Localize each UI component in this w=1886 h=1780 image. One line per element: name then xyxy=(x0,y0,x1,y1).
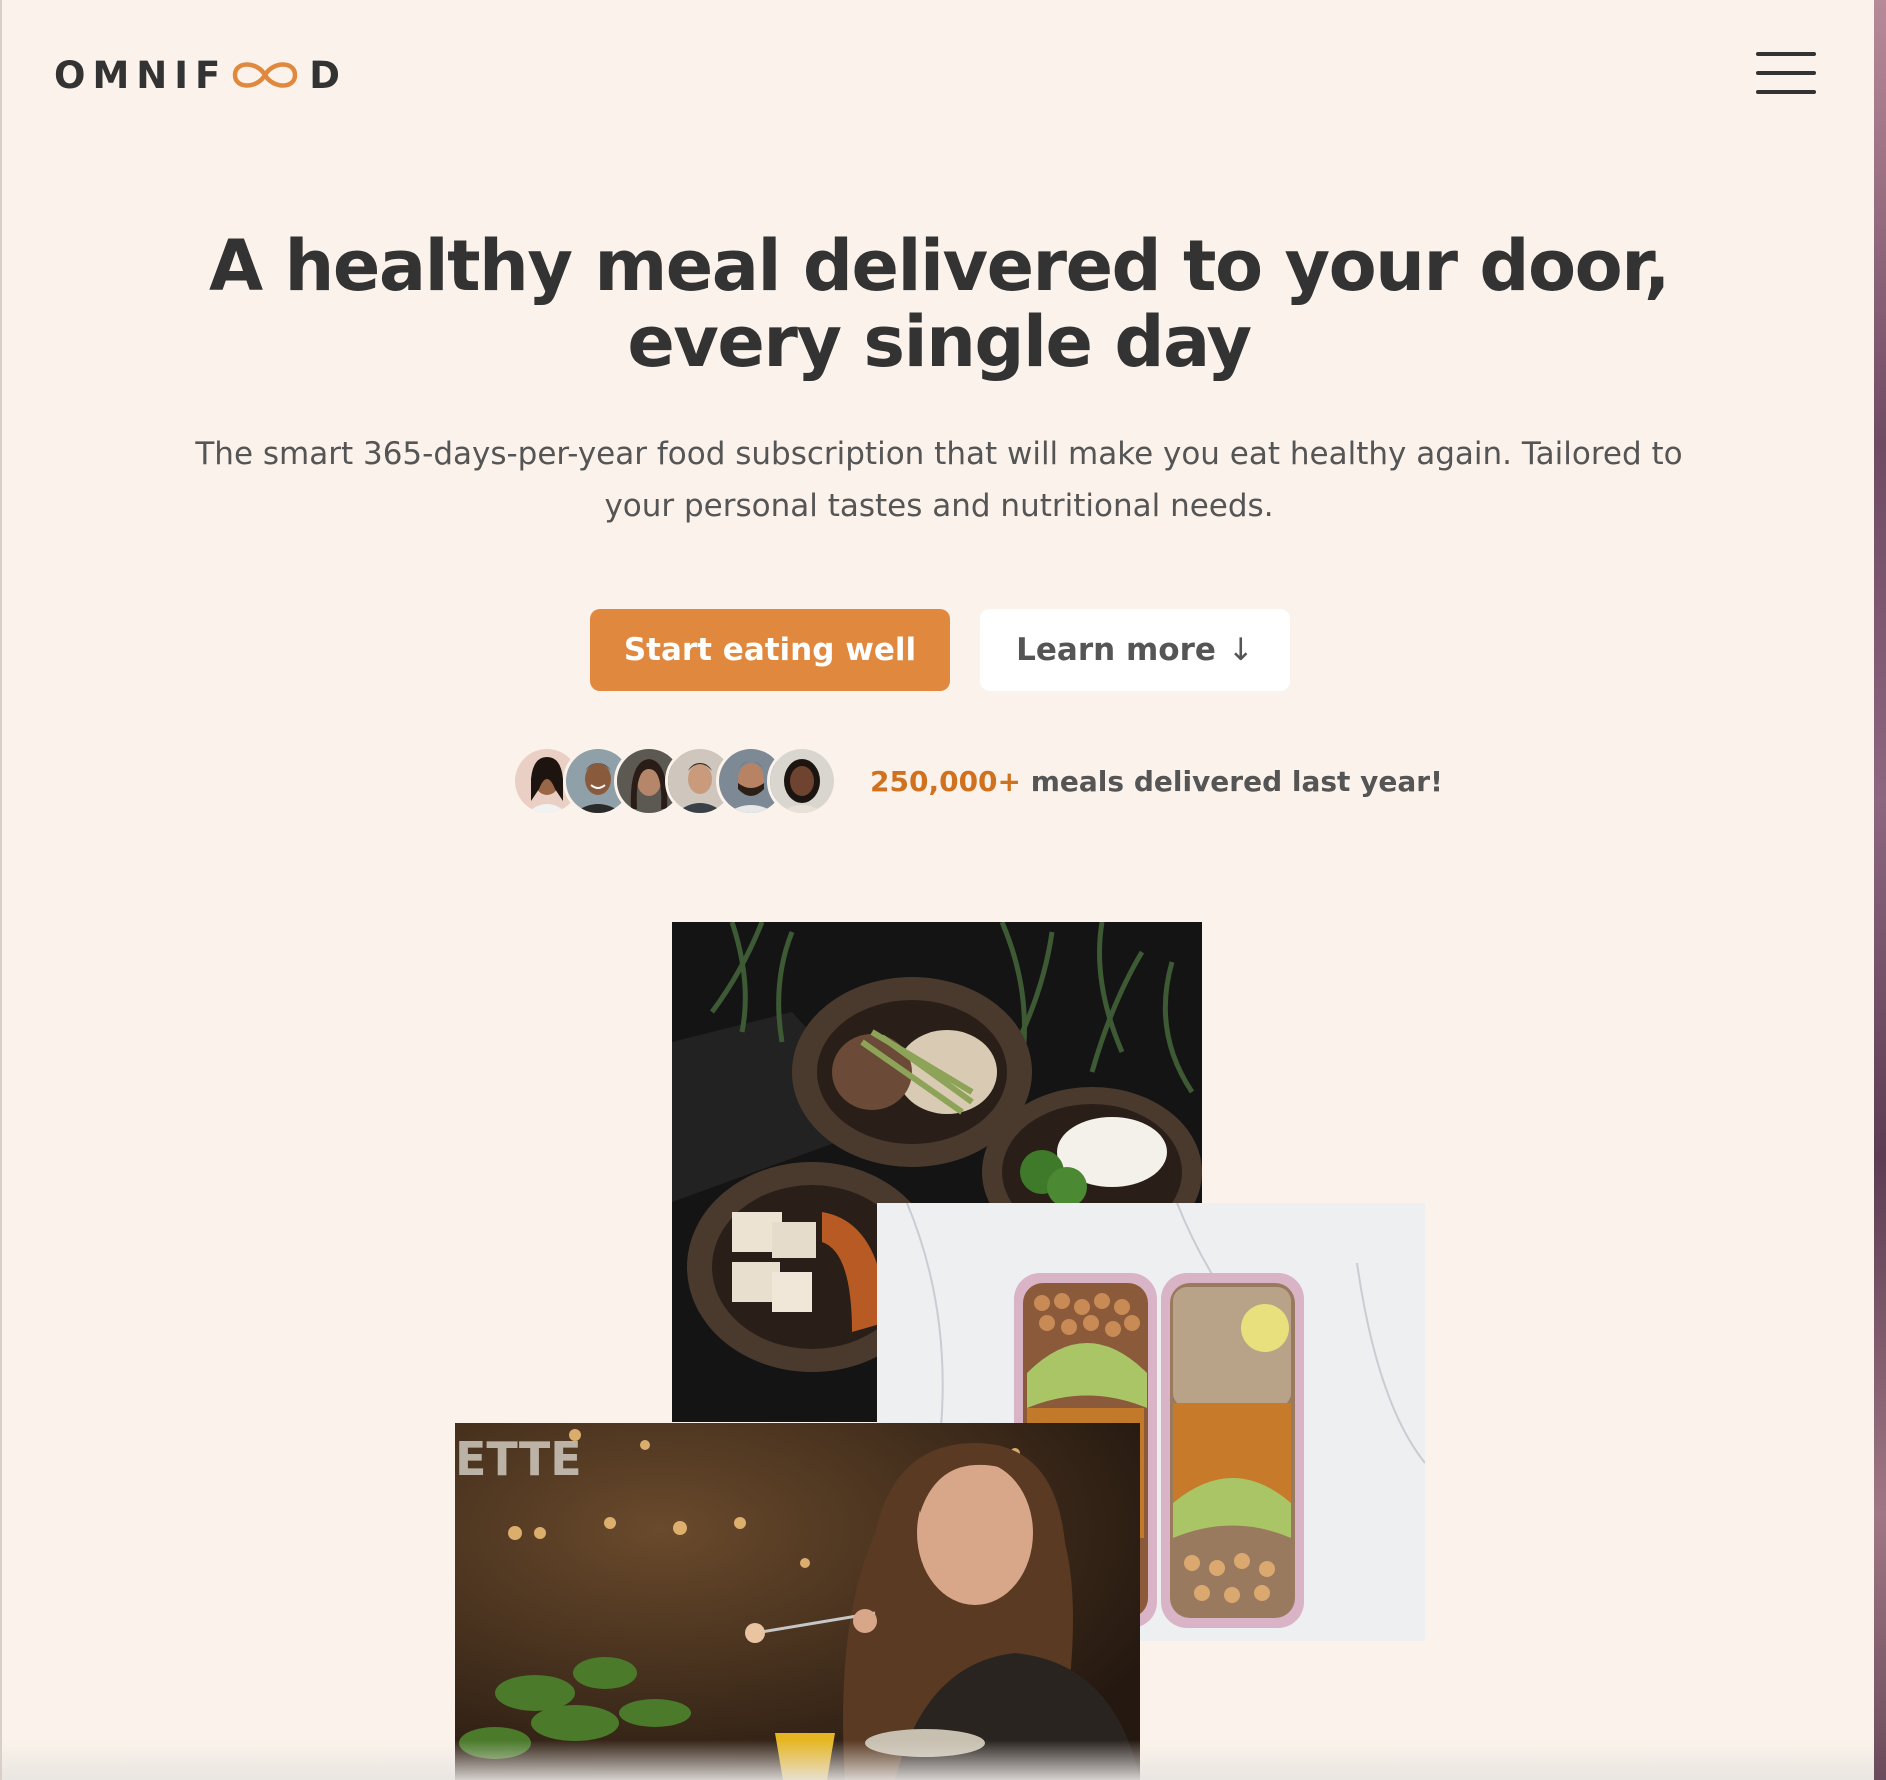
meals-delivered-label: meals delivered last year! xyxy=(1021,764,1443,798)
menu-line xyxy=(1756,71,1816,75)
menu-line xyxy=(1756,52,1816,56)
start-eating-well-button[interactable]: Start eating well xyxy=(590,609,950,691)
svg-text:ETTE: ETTE xyxy=(455,1432,582,1486)
hamburger-menu-icon[interactable] xyxy=(1756,52,1816,94)
omnifood-logo[interactable]: OMNIF D xyxy=(54,52,347,98)
logo-text-start: OMNIF xyxy=(54,53,228,97)
hero-description: The smart 365-days-per-year food subscri… xyxy=(195,436,1683,524)
hero-title: A healthy meal delivered to your door, e… xyxy=(208,225,1671,383)
customer-avatar xyxy=(767,746,837,816)
menu-line xyxy=(1756,90,1816,94)
arrow-down-icon: ↓ xyxy=(1227,632,1254,668)
start-eating-well-label: Start eating well xyxy=(623,632,917,668)
learn-more-label: Learn more xyxy=(1016,632,1216,668)
customer-avatars xyxy=(512,746,837,816)
meals-delivered: 250,000+ meals delivered last year! xyxy=(512,746,1443,816)
meals-delivered-text: 250,000+ meals delivered last year! xyxy=(870,765,1443,798)
logo-text-end: D xyxy=(309,53,347,97)
infinity-icon xyxy=(233,62,298,88)
desktop-background xyxy=(1874,0,1886,1780)
meals-delivered-count: 250,000+ xyxy=(870,764,1021,798)
learn-more-button[interactable]: Learn more ↓ xyxy=(980,609,1290,691)
woman-eating-photo: ETTE xyxy=(455,1423,1140,1780)
browser-page: OMNIF D A healthy meal delivered to your… xyxy=(0,0,1874,1780)
